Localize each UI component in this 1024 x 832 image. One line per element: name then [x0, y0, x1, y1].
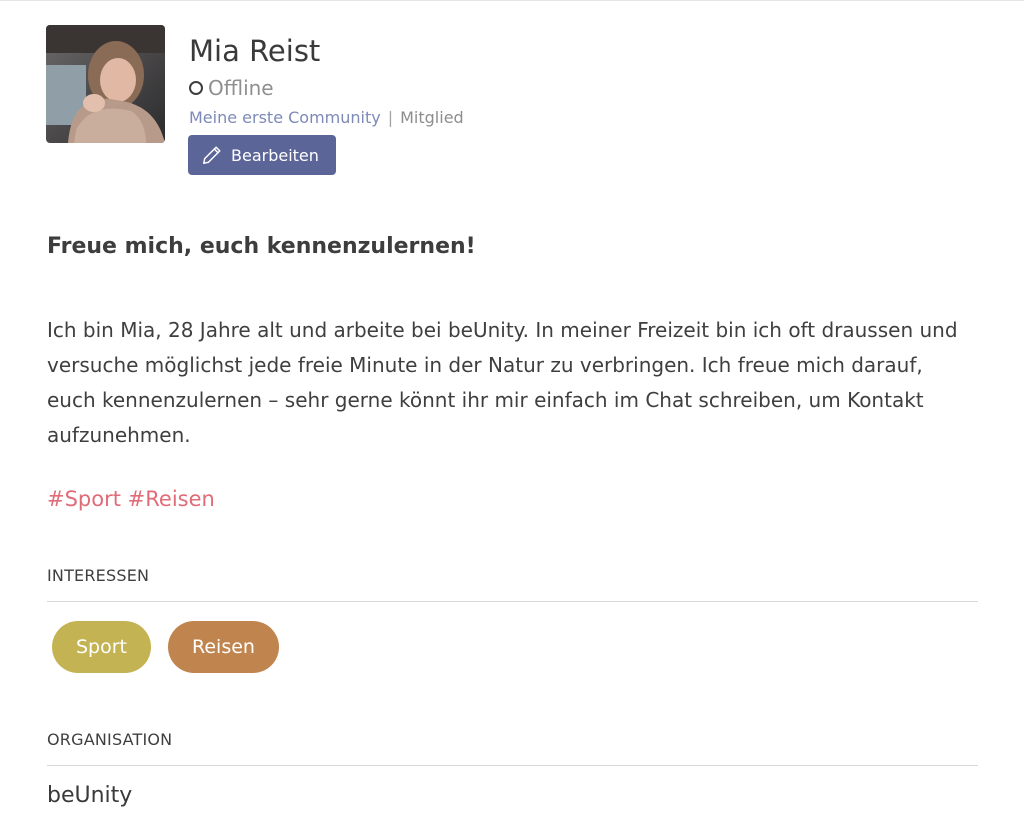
interest-chip-sport[interactable]: Sport: [52, 621, 152, 673]
pencil-icon: [203, 146, 221, 164]
status-ring-icon: [189, 81, 203, 95]
top-divider: [0, 0, 1024, 1]
status-text: Offline: [208, 76, 274, 100]
avatar-photo: [46, 25, 165, 143]
hashtag-reisen[interactable]: #Reisen: [128, 487, 215, 511]
membership-separator: |: [387, 107, 394, 127]
profile-bio: Ich bin Mia, 28 Jahre alt und arbeite be…: [47, 318, 958, 447]
edit-profile-button[interactable]: Bearbeiten: [188, 135, 336, 175]
profile-headline: Freue mich, euch kennenzulernen!: [47, 234, 476, 259]
profile-name: Mia Reist: [189, 34, 321, 68]
avatar: [46, 25, 165, 143]
interest-chips: Sport Reisen: [52, 621, 279, 673]
community-link[interactable]: Meine erste Community: [189, 108, 381, 127]
organisation-heading: ORGANISATION: [47, 730, 173, 749]
organisation-value: beUnity: [47, 783, 133, 808]
membership-role: Mitglied: [400, 107, 464, 127]
hashtag-sport[interactable]: #Sport: [47, 487, 121, 511]
membership-line: Meine erste Community | Mitglied: [189, 106, 464, 128]
interest-chip-reisen[interactable]: Reisen: [168, 621, 279, 673]
hashtag-list: #Sport #Reisen: [47, 484, 215, 514]
edit-button-label: Bearbeiten: [231, 145, 319, 165]
interests-heading: INTERESSEN: [47, 566, 150, 585]
organisation-divider: [47, 765, 978, 766]
profile-page: Mia Reist Offline Meine erste Community …: [0, 0, 1024, 832]
interests-divider: [47, 601, 978, 602]
status-indicator: Offline: [189, 74, 274, 102]
